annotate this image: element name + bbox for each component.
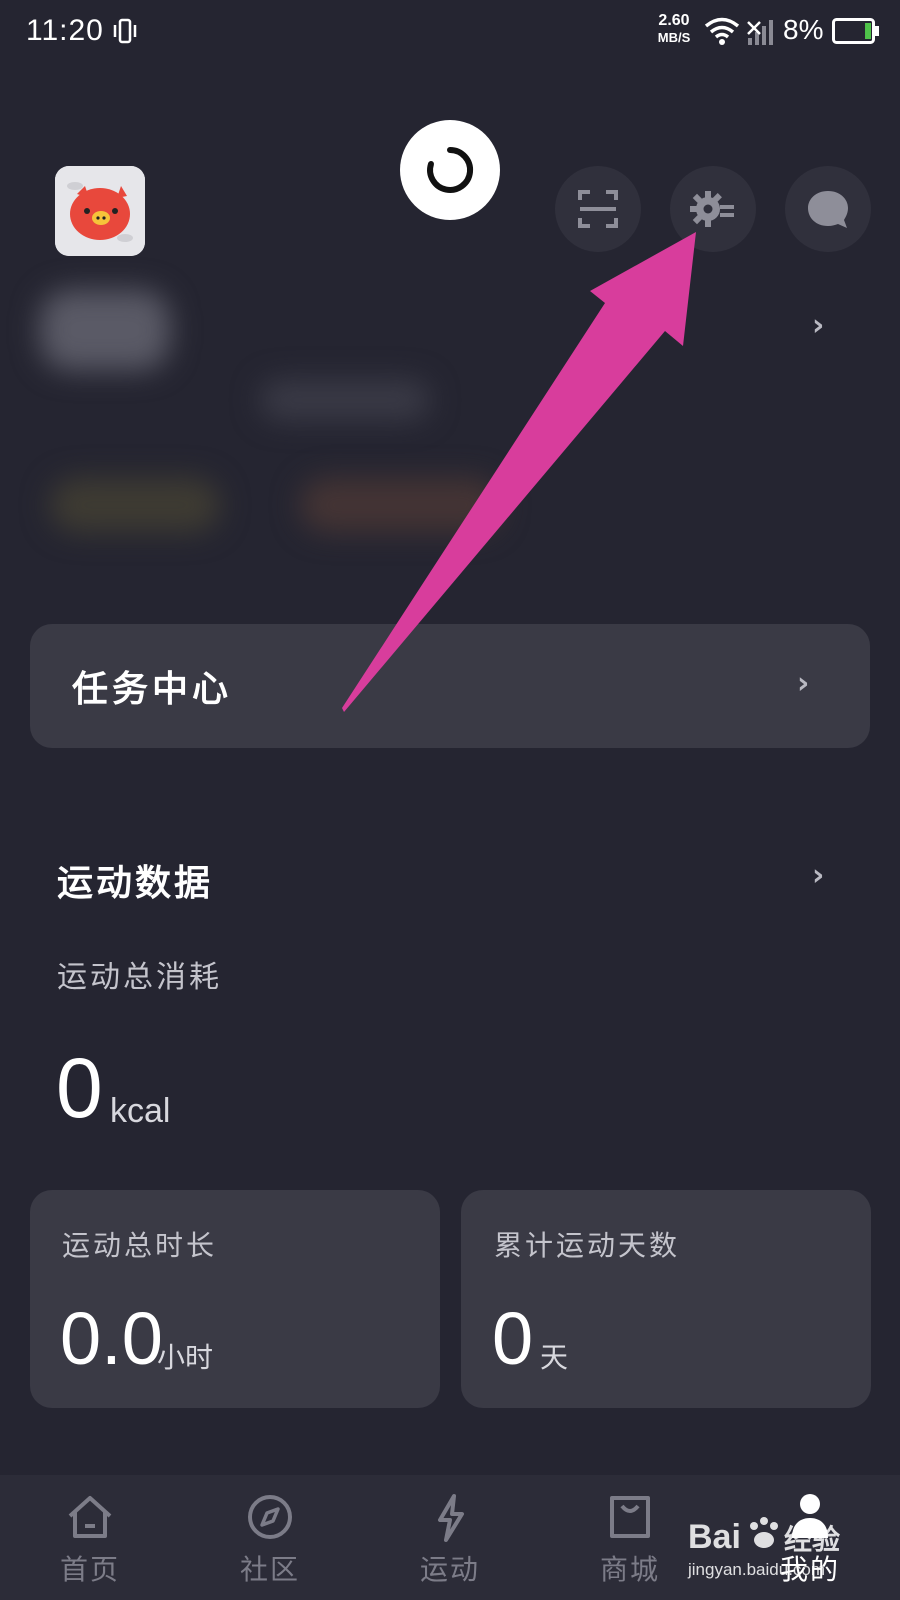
lightning-icon <box>438 1494 464 1542</box>
profile-badge-blurred <box>50 478 220 532</box>
total-duration-unit: 小时 <box>157 1341 214 1374</box>
battery-percent: 8% <box>783 14 824 45</box>
message-icon <box>808 191 848 228</box>
network-speed: 2.60 MB/S <box>651 12 697 46</box>
nav-item-sport[interactable]: 运动 <box>390 1490 510 1588</box>
total-calories-label: 运动总消耗 <box>57 960 222 995</box>
watermark-brand: Bai <box>688 1518 741 1556</box>
profile-info-blurred <box>260 380 430 420</box>
sport-data-title: 运动数据 <box>57 862 214 904</box>
paw-logo-icon <box>750 1517 778 1548</box>
total-calories-value: 0 <box>56 1041 103 1135</box>
network-speed-unit: MB/S <box>657 30 691 45</box>
total-days-value: 0 <box>492 1297 534 1380</box>
total-duration-label: 运动总时长 <box>62 1229 218 1262</box>
total-calories-unit: kcal <box>110 1092 171 1130</box>
nav-label-mall: 商城 <box>599 1553 660 1586</box>
nav-label-home: 首页 <box>59 1553 120 1586</box>
scan-icon <box>578 190 618 228</box>
signal-icon <box>747 20 773 45</box>
task-center-chevron-icon: › <box>797 666 810 701</box>
vibrate-icon <box>113 18 137 44</box>
shopping-bag-icon <box>610 1496 650 1538</box>
nav-label-community: 社区 <box>239 1553 300 1586</box>
compass-icon <box>248 1495 292 1539</box>
profile-badge-blurred <box>300 478 500 532</box>
nav-item-home[interactable]: 首页 <box>30 1490 150 1588</box>
baidu-watermark: Bai 经验 jingyan.baidu.com <box>688 1510 868 1590</box>
network-speed-value: 2.60 <box>658 12 690 29</box>
total-days-label: 累计运动天数 <box>494 1229 681 1262</box>
battery-icon <box>832 18 879 44</box>
task-center-label: 任务中心 <box>72 668 233 710</box>
nav-item-community[interactable]: 社区 <box>210 1490 330 1588</box>
message-button[interactable] <box>785 166 871 252</box>
pig-avatar-icon <box>55 166 145 256</box>
settings-button[interactable] <box>670 166 756 252</box>
profile-nickname-blurred <box>40 290 170 370</box>
avatar[interactable] <box>55 166 145 256</box>
status-time: 11:20 <box>26 14 104 47</box>
nav-item-mall[interactable]: 商城 <box>570 1490 690 1588</box>
loading-spinner-icon <box>427 146 474 193</box>
loading-indicator <box>400 120 500 220</box>
home-icon <box>68 1496 112 1538</box>
gear-icon <box>690 191 734 227</box>
profile-chevron-icon[interactable]: › <box>812 308 824 343</box>
total-days-unit: 天 <box>540 1341 569 1374</box>
sport-data-chevron-icon[interactable]: › <box>812 858 824 893</box>
nav-label-sport: 运动 <box>419 1553 480 1586</box>
total-duration-value: 0.0 <box>60 1297 163 1380</box>
watermark-brand-cn: 经验 <box>784 1523 841 1556</box>
scan-button[interactable] <box>555 166 641 252</box>
watermark-url: jingyan.baidu.com <box>688 1560 826 1579</box>
wifi-icon <box>704 17 740 45</box>
